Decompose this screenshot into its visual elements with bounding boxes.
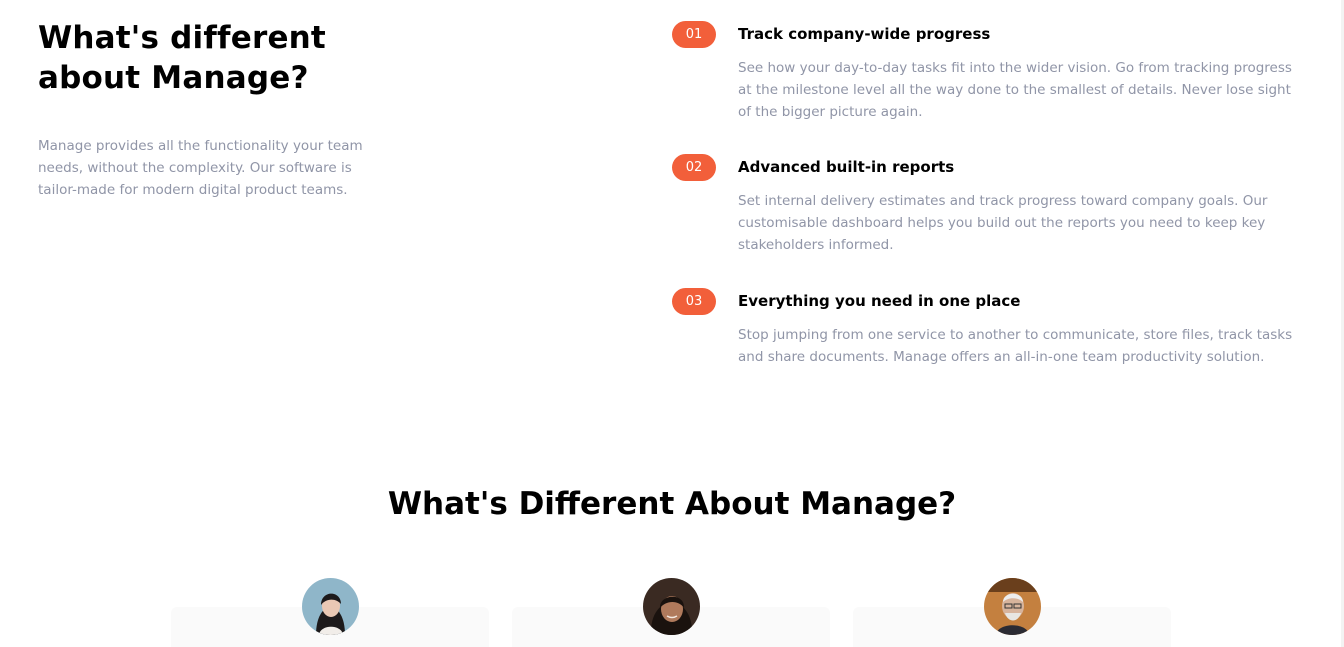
avatar <box>984 578 1041 635</box>
feature-description: Stop jumping from one service to another… <box>738 327 1293 365</box>
feature-description: See how your day-to-day tasks fit into t… <box>738 60 1292 120</box>
feature-number-badge: 03 <box>672 288 716 315</box>
page: What's different about Manage? Manage pr… <box>0 0 1344 647</box>
intro-title: What's different about Manage? <box>38 20 326 96</box>
feature-title: Advanced built-in reports <box>738 158 955 176</box>
testimonials-title: What's Different About Manage? <box>387 486 957 522</box>
feature-title: Everything you need in one place <box>738 292 1021 310</box>
intro-description: Manage provides all the functionality yo… <box>38 138 363 198</box>
feature-description: Set internal delivery estimates and trac… <box>738 193 1268 253</box>
feature-number-badge: 02 <box>672 154 716 181</box>
avatar <box>643 578 700 635</box>
feature-number-badge: 01 <box>672 21 716 48</box>
feature-title: Track company-wide progress <box>738 25 991 43</box>
avatar <box>302 578 359 635</box>
